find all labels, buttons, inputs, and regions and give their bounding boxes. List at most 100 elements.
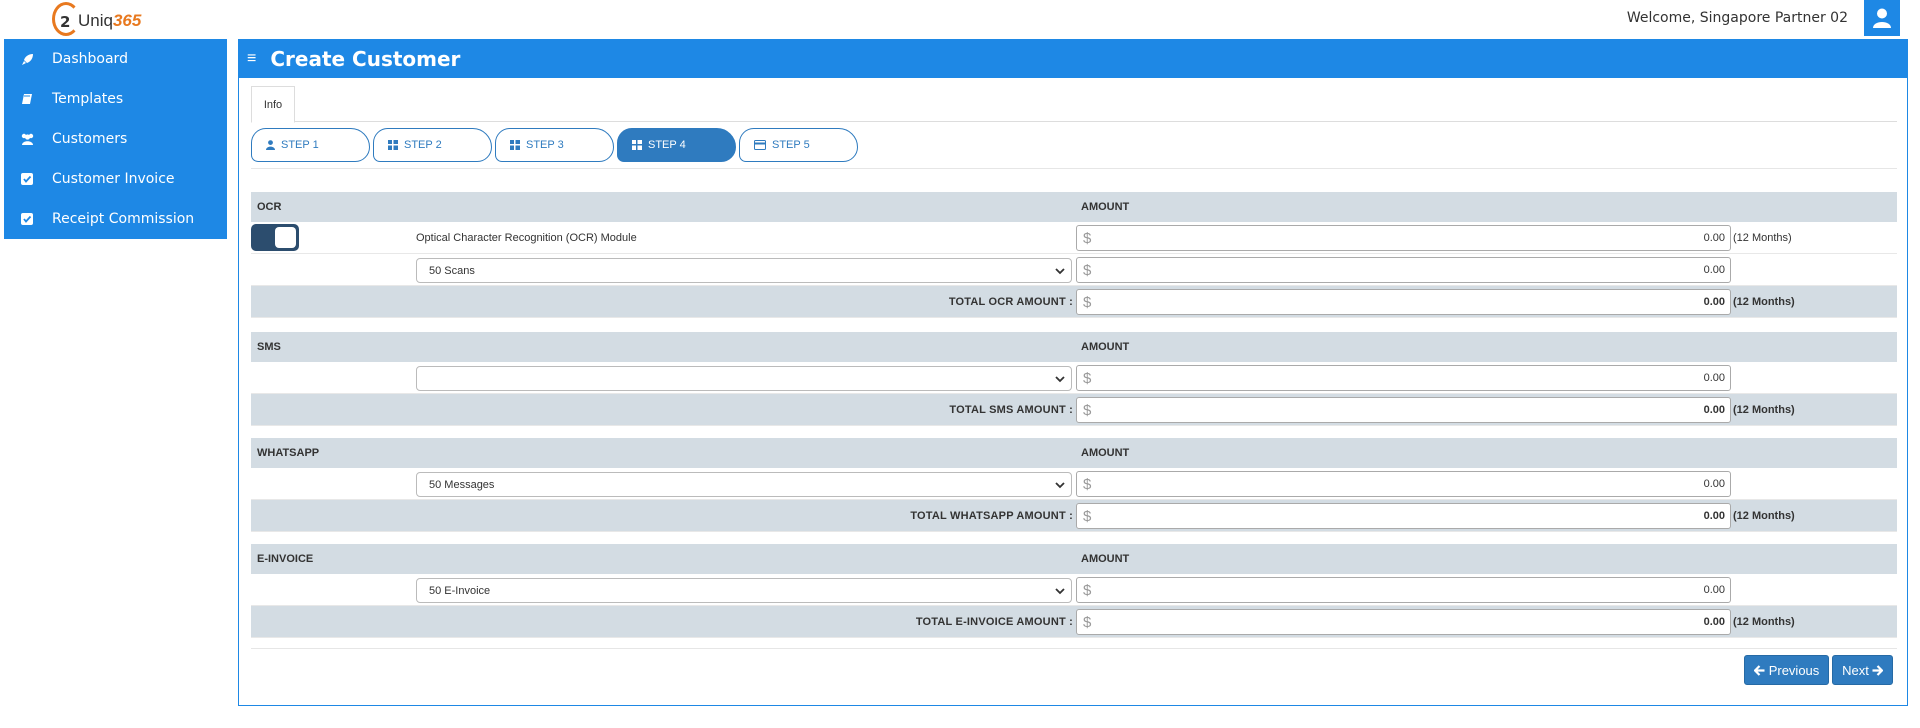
menu-icon[interactable]: ≡ [247, 50, 256, 68]
step-3-button[interactable]: STEP 3 [495, 128, 614, 162]
section-header: OCR AMOUNT [251, 192, 1897, 222]
sms-total-row: TOTAL SMS AMOUNT : $ 0.00 (12 Months) [251, 394, 1897, 426]
select-value: 50 Scans [429, 264, 475, 277]
check-square-icon [18, 213, 36, 225]
user-icon [266, 140, 275, 150]
amount-header: AMOUNT [1081, 341, 1130, 353]
einvoice-package-select[interactable]: 50 E-Invoice [416, 578, 1072, 603]
ocr-package-row: 50 Scans $ 0.00 [251, 254, 1897, 286]
step-4-button[interactable]: STEP 4 [617, 128, 736, 162]
rocket-icon [18, 53, 36, 66]
amount-header: AMOUNT [1081, 553, 1130, 565]
ocr-module-row: Optical Character Recognition (OCR) Modu… [251, 222, 1897, 254]
months-label: (12 Months) [1733, 616, 1795, 628]
total-label: TOTAL SMS AMOUNT : [949, 404, 1073, 416]
sms-package-select[interactable] [416, 366, 1072, 391]
logo-text: Uniq365 [78, 10, 142, 30]
check-square-icon [18, 173, 36, 185]
einvoice-package-row: 50 E-Invoice $ 0.00 [251, 574, 1897, 606]
ocr-total-amount-field[interactable]: $ 0.00 [1076, 289, 1731, 315]
amount-value: 0.00 [1703, 510, 1725, 522]
dollar-icon: $ [1083, 507, 1092, 525]
ocr-module-amount-field[interactable]: $ 0.00 [1076, 225, 1731, 251]
dollar-icon: $ [1083, 293, 1092, 311]
step-5-button[interactable]: STEP 5 [739, 128, 858, 162]
sidebar-item-customer-invoice[interactable]: Customer Invoice [4, 159, 227, 199]
ocr-section: OCR AMOUNT Optical Character Recognition… [251, 192, 1897, 318]
step-1-button[interactable]: STEP 1 [251, 128, 370, 162]
ocr-package-select[interactable]: 50 Scans [416, 258, 1072, 283]
sidebar-item-dashboard[interactable]: Dashboard [4, 39, 227, 79]
next-button[interactable]: Next [1832, 655, 1893, 685]
sidebar-item-templates[interactable]: Templates [4, 79, 227, 119]
amount-value: 0.00 [1703, 232, 1725, 244]
step-2-button[interactable]: STEP 2 [373, 128, 492, 162]
grid-icon [510, 140, 520, 150]
grid-icon [632, 140, 642, 150]
credit-card-icon [754, 140, 766, 150]
einvoice-section: E-INVOICE AMOUNT 50 E-Invoice $ 0.00 TOT… [251, 544, 1897, 638]
arrow-right-icon [1872, 664, 1883, 676]
section-title: WHATSAPP [257, 447, 320, 459]
whatsapp-package-amount-field[interactable]: $ 0.00 [1076, 471, 1731, 497]
sidebar-item-label: Customer Invoice [52, 171, 175, 187]
ocr-total-row: TOTAL OCR AMOUNT : $ 0.00 (12 Months) [251, 286, 1897, 318]
welcome-text: Welcome, Singapore Partner 02 [1626, 10, 1848, 26]
divider [251, 168, 1897, 169]
total-label: TOTAL E-INVOICE AMOUNT : [915, 616, 1073, 628]
panel-header: ≡ Create Customer [239, 40, 1907, 78]
dollar-icon: $ [1083, 261, 1092, 279]
sidebar-item-customers[interactable]: Customers [4, 119, 227, 159]
page-title: Create Customer [270, 47, 461, 71]
book-icon [18, 93, 36, 105]
amount-value: 0.00 [1703, 584, 1725, 596]
tab-info[interactable]: Info [251, 86, 295, 123]
sms-package-amount-field[interactable]: $ 0.00 [1076, 365, 1731, 391]
sidebar: Dashboard Templates Customers Customer I… [4, 39, 227, 239]
whatsapp-total-amount-field[interactable]: $ 0.00 [1076, 503, 1731, 529]
sms-total-amount-field[interactable]: $ 0.00 [1076, 397, 1731, 423]
amount-value: 0.00 [1703, 404, 1725, 416]
section-title: E-INVOICE [257, 553, 314, 565]
whatsapp-total-row: TOTAL WHATSAPP AMOUNT : $ 0.00 (12 Month… [251, 500, 1897, 532]
section-header: SMS AMOUNT [251, 332, 1897, 362]
einvoice-total-amount-field[interactable]: $ 0.00 [1076, 609, 1731, 635]
amount-value: 0.00 [1703, 616, 1725, 628]
amount-value: 0.00 [1703, 296, 1725, 308]
user-menu-button[interactable] [1864, 0, 1900, 36]
months-label: (12 Months) [1733, 404, 1795, 416]
ocr-package-amount-field[interactable]: $ 0.00 [1076, 257, 1731, 283]
logo-mark: 2 [52, 1, 80, 36]
logo[interactable]: 2 Uniq365 [52, 0, 141, 37]
months-label: (12 Months) [1733, 296, 1795, 308]
months-label: (12 Months) [1733, 510, 1795, 522]
top-bar: 2 Uniq365 Welcome, Singapore Partner 02 [0, 0, 1920, 37]
sidebar-item-label: Templates [52, 91, 124, 107]
einvoice-package-amount-field[interactable]: $ 0.00 [1076, 577, 1731, 603]
sidebar-item-receipt-commission[interactable]: Receipt Commission [4, 199, 227, 239]
arrow-left-icon [1753, 664, 1765, 676]
chevron-down-icon [1055, 268, 1065, 275]
users-icon [18, 133, 36, 145]
amount-value: 0.00 [1703, 478, 1725, 490]
sidebar-item-label: Dashboard [52, 51, 128, 67]
section-header: E-INVOICE AMOUNT [251, 544, 1897, 574]
previous-button[interactable]: Previous [1744, 655, 1829, 685]
total-label: TOTAL OCR AMOUNT : [948, 296, 1073, 308]
dollar-icon: $ [1083, 369, 1092, 387]
section-title: OCR [257, 201, 282, 213]
select-value: 50 E-Invoice [429, 584, 491, 597]
ocr-toggle[interactable] [251, 224, 299, 251]
dollar-icon: $ [1083, 475, 1092, 493]
whatsapp-section: WHATSAPP AMOUNT 50 Messages $ 0.00 TOTAL… [251, 438, 1897, 532]
divider [251, 648, 1897, 649]
grid-icon [388, 140, 398, 150]
dollar-icon: $ [1083, 581, 1092, 599]
einvoice-total-row: TOTAL E-INVOICE AMOUNT : $ 0.00 (12 Mont… [251, 606, 1897, 638]
chevron-down-icon [1055, 482, 1065, 489]
dollar-icon: $ [1083, 401, 1092, 419]
months-label: (12 Months) [1733, 232, 1792, 244]
tab-bar: Info [251, 86, 1897, 123]
whatsapp-package-select[interactable]: 50 Messages [416, 472, 1072, 497]
toggle-knob [275, 227, 296, 248]
